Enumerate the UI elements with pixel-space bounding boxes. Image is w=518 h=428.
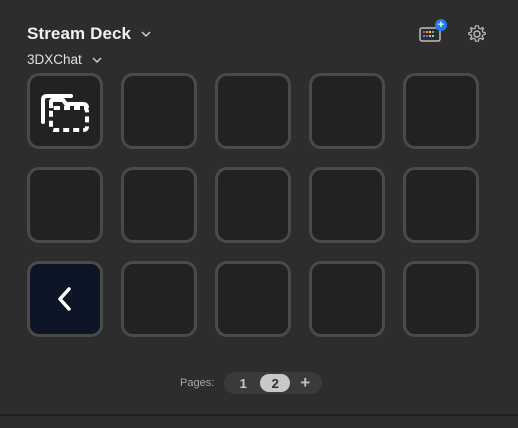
- key-empty[interactable]: [403, 261, 479, 337]
- device-title: Stream Deck: [27, 24, 132, 43]
- page-navigator: Pages: 1 2 +: [180, 372, 323, 394]
- key-grid: [27, 73, 479, 337]
- page-2-button[interactable]: 2: [260, 374, 291, 392]
- key-empty[interactable]: [215, 167, 291, 243]
- page-1-button[interactable]: 1: [228, 374, 258, 392]
- key-empty[interactable]: [121, 261, 197, 337]
- bottom-divider: [0, 414, 518, 416]
- settings-button[interactable]: [464, 22, 490, 46]
- profile-name: 3DXChat: [27, 52, 82, 67]
- store-button[interactable]: +: [418, 19, 447, 46]
- key-empty[interactable]: [215, 261, 291, 337]
- key-back[interactable]: [27, 261, 103, 337]
- add-page-button[interactable]: +: [292, 373, 318, 392]
- stream-deck-window: Stream Deck 3DXChat + Pages: 1 2 +: [0, 0, 518, 428]
- add-badge: +: [435, 19, 447, 31]
- key-empty[interactable]: [121, 73, 197, 149]
- pages-label: Pages:: [180, 377, 215, 389]
- key-empty[interactable]: [215, 73, 291, 149]
- key-empty[interactable]: [309, 261, 385, 337]
- key-empty[interactable]: [309, 73, 385, 149]
- key-empty[interactable]: [27, 167, 103, 243]
- key-empty[interactable]: [121, 167, 197, 243]
- header-actions: +: [418, 19, 490, 46]
- key-folder[interactable]: [27, 73, 103, 149]
- chevron-left-icon: [58, 287, 71, 311]
- folder-stack-icon: [41, 94, 89, 132]
- page-pill: 1 2 +: [224, 372, 323, 394]
- key-empty[interactable]: [309, 167, 385, 243]
- gear-icon: [468, 25, 486, 42]
- chevron-down-icon[interactable]: [90, 53, 104, 67]
- profile-selector[interactable]: 3DXChat: [27, 52, 104, 67]
- device-selector[interactable]: Stream Deck: [27, 24, 153, 44]
- key-empty[interactable]: [403, 167, 479, 243]
- key-empty[interactable]: [403, 73, 479, 149]
- chevron-down-icon[interactable]: [139, 27, 153, 41]
